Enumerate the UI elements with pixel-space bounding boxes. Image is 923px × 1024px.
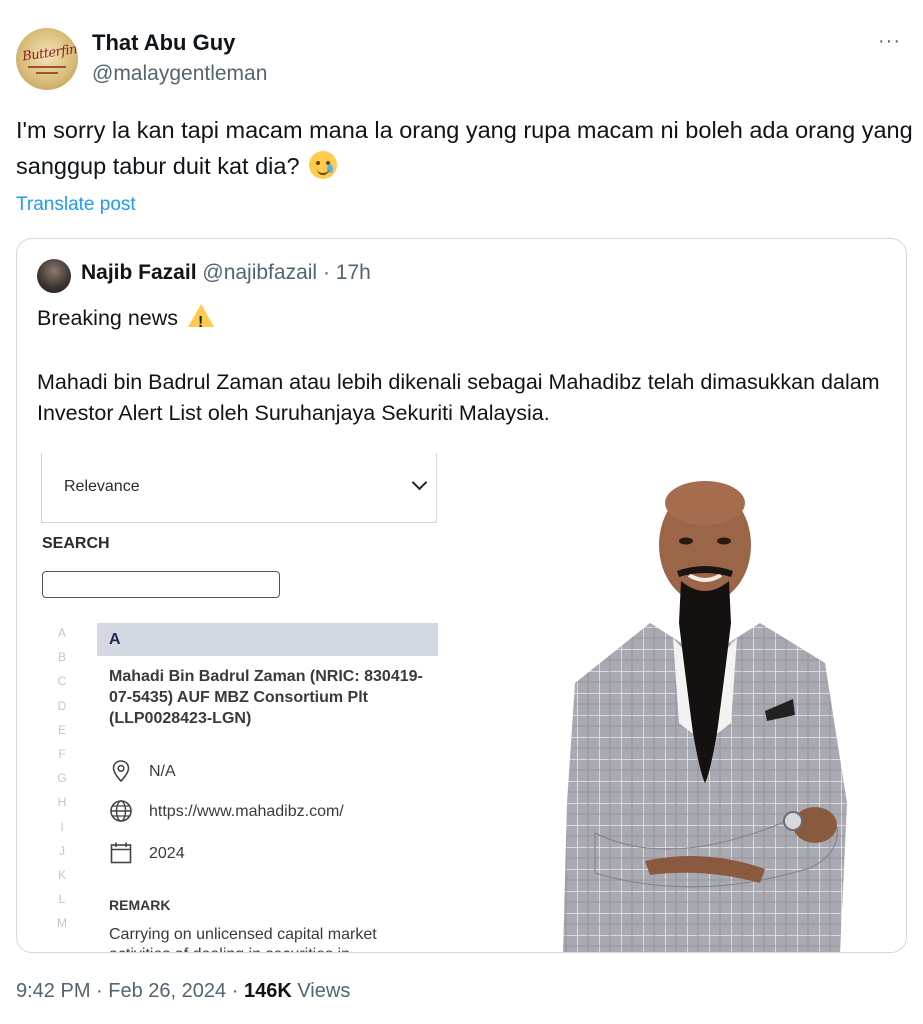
tweet-body: I'm sorry la kan tapi macam mana la oran… [16,117,913,179]
meta-separator: · [231,980,239,1002]
alphabet-index: A B C D E F G H I J K L M [55,626,69,940]
alphabet-letter: A [57,626,66,640]
author-avatar[interactable]: Butterfingers [16,28,78,90]
chevron-down-icon [411,474,428,491]
location-pin-icon [112,760,130,783]
tweet-text: I'm sorry la kan tapi macam mana la oran… [16,112,916,184]
tweet-date[interactable]: Feb 26, 2024 [108,980,226,1002]
quote-author-avatar[interactable] [37,259,71,293]
quote-author-name[interactable]: Najib Fazail [81,261,197,284]
search-heading: SEARCH [42,535,110,552]
sort-select: Relevance [41,453,437,523]
warning-icon [188,304,215,338]
alphabet-letter: K [57,867,66,882]
website-value: https://www.mahadibz.com/ [149,803,344,820]
quote-separator: · [322,261,330,284]
views-count[interactable]: 146K [244,980,292,1002]
views-label: Views [297,980,351,1002]
avatar-decoration [36,72,58,74]
globe-icon [110,800,132,822]
quote-line-1: Breaking news [37,303,897,338]
alphabet-letter: D [57,698,67,713]
section-header: A [97,623,438,656]
alphabet-letter: M [57,916,67,931]
alert-entry-title: Mahadi Bin Badrul Zaman (NRIC: 830419-07… [109,668,423,727]
remark-heading: REMARK [109,897,171,913]
translate-post-link[interactable]: Translate post [16,194,136,216]
remark-text: Carrying on unlicensed capital market ac… [109,926,377,952]
quote-text: Breaking news Mahadi bin Badrul Zaman at… [37,303,897,429]
alphabet-letter: J [59,843,65,858]
quote-timestamp[interactable]: 17h [336,261,371,284]
quote-author-handle[interactable]: @najibfazail [202,261,317,284]
alphabet-letter: H [57,795,67,810]
person-photo [563,481,847,952]
more-options-icon[interactable]: ··· [878,30,901,53]
search-input [42,571,280,598]
alphabet-letter: G [57,771,67,786]
avatar-decoration [28,66,66,68]
quote-line-2: Mahadi bin Badrul Zaman atau lebih diken… [37,370,880,425]
meta-separator: · [96,980,103,1002]
avatar-logo-text: Butterfingers [21,38,78,65]
alphabet-letter: I [60,819,64,834]
calendar-icon [110,842,132,864]
face-holding-back-tears-icon [309,151,338,179]
alphabet-letter: B [57,650,66,665]
alphabet-letter: L [58,892,66,907]
alphabet-letter: C [57,674,67,689]
tweet-time[interactable]: 9:42 PM [16,980,90,1002]
tweet-meta: 9:42 PM · Feb 26, 2024 · 146K Views [16,980,350,1003]
section-letter: A [109,631,121,648]
author-name[interactable]: That Abu Guy [92,30,235,56]
author-handle[interactable]: @malaygentleman [92,62,267,86]
year-value: 2024 [149,845,185,862]
alphabet-letter: F [58,746,66,761]
sort-select-value: Relevance [64,478,140,495]
breaking-news-text: Breaking news [37,306,179,330]
quote-header: Najib Fazail @najibfazail · 17h [81,261,371,285]
address-value: N/A [149,763,176,780]
quote-media-image[interactable]: Relevance SEARCH A B C D E F G H I J K L… [17,453,906,952]
quoted-tweet[interactable]: Najib Fazail @najibfazail · 17h Breaking… [16,238,907,953]
alphabet-letter: E [57,722,66,737]
